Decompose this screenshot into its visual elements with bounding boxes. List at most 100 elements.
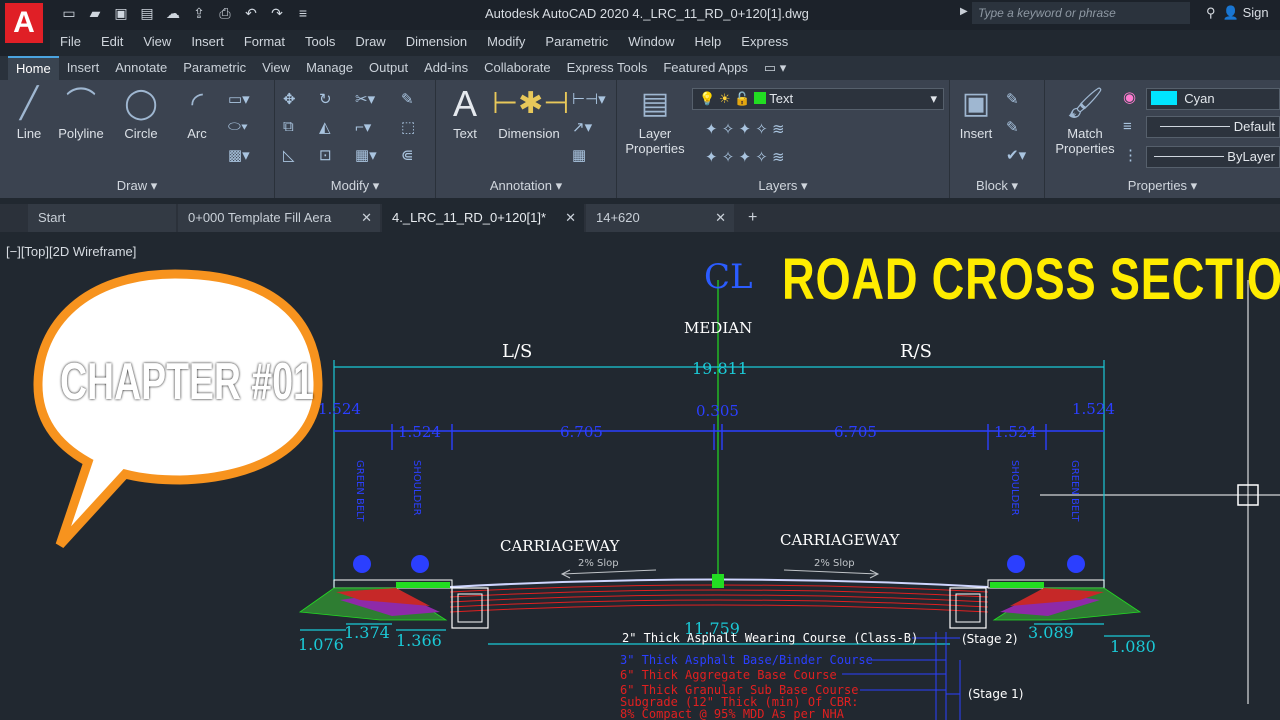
doc-tab-template[interactable]: 0+000 Template Fill Aera ✕ — [178, 204, 380, 232]
layer-tools-row1-icon[interactable]: ✦ ✧ ✦ ✧ ≋ — [705, 120, 785, 138]
arc-button[interactable]: ◜ Arc — [176, 86, 218, 141]
line-button[interactable]: ╱ Line — [8, 86, 50, 141]
hatch-icon[interactable]: ▩▾ — [228, 146, 250, 164]
erase-icon[interactable]: ✎ — [401, 90, 414, 108]
linear-dim-icon[interactable]: ⊢⊣▾ — [572, 90, 606, 108]
move-icon[interactable]: ✥ — [283, 90, 296, 108]
text-button[interactable]: A Text — [442, 86, 488, 142]
mirror-icon[interactable]: ◭ — [319, 118, 331, 136]
lineweight-icon[interactable]: ≡ — [1123, 118, 1132, 135]
close-icon[interactable]: ✕ — [361, 204, 372, 232]
ribbon-tab-featured-apps[interactable]: Featured Apps — [655, 56, 756, 80]
insert-block-button[interactable]: ▣ Insert — [952, 86, 1000, 141]
autocad-logo-icon[interactable]: A — [5, 3, 43, 43]
sign-in-button[interactable]: ⚲ 👤 Sign — [1206, 5, 1269, 21]
menu-format[interactable]: Format — [234, 30, 295, 54]
doc-tab-14620[interactable]: 14+620 ✕ — [586, 204, 734, 232]
polyline-button[interactable]: ⌒ Polyline — [52, 86, 110, 141]
linetype-dropdown[interactable]: Default — [1146, 116, 1280, 138]
trim-icon[interactable]: ✂▾ — [355, 90, 375, 108]
layer-properties-button[interactable]: ▤ Layer Properties — [619, 86, 691, 156]
draw-panel-label[interactable]: Draw ▾ — [0, 178, 274, 194]
menu-draw[interactable]: Draw — [345, 30, 395, 54]
copy-icon[interactable]: ⧉ — [283, 118, 294, 135]
search-input[interactable]: Type a keyword or phrase — [972, 2, 1190, 24]
linetype-value: Default — [1233, 119, 1275, 134]
ribbon-tab-view[interactable]: View — [254, 56, 298, 80]
ribbon-tab-home[interactable]: Home — [8, 56, 59, 80]
offset-icon[interactable]: ⋐ — [401, 146, 414, 164]
properties-panel-label[interactable]: Properties ▾ — [1045, 178, 1280, 194]
ribbon: ╱ Line ⌒ Polyline ◯ Circle ◜ Arc ▭▾ ⬭▾ ▩▾ Dr… — [0, 80, 1280, 198]
window-title: Autodesk AutoCAD 2020 4._LRC_11_RD_0+120… — [485, 6, 809, 21]
application-menu-button[interactable]: A — [0, 0, 50, 56]
menu-dimension[interactable]: Dimension — [396, 30, 477, 54]
doc-tab-start[interactable]: Start — [28, 204, 176, 232]
layer-tools-row2-icon[interactable]: ✦ ✧ ✦ ✧ ≋ — [705, 148, 785, 166]
ribbon-tab-express-tools[interactable]: Express Tools — [559, 56, 656, 80]
dim-right-carriageway: 6.705 — [834, 423, 877, 441]
rectangle-icon[interactable]: ▭▾ — [228, 90, 250, 108]
menu-modify[interactable]: Modify — [477, 30, 535, 54]
menu-parametric[interactable]: Parametric — [535, 30, 618, 54]
cloud-open-icon[interactable]: ☁ — [164, 4, 182, 22]
ribbon-tab-manage[interactable]: Manage — [298, 56, 361, 80]
redo-icon[interactable]: ↷ — [268, 4, 286, 22]
save-icon[interactable]: ▣ — [112, 4, 130, 22]
ellipse-icon[interactable]: ⬭▾ — [228, 118, 248, 135]
match-properties-button[interactable]: 🖌 Match Properties — [1049, 86, 1121, 156]
layers-panel-label[interactable]: Layers ▾ — [617, 178, 949, 194]
edit-block-icon[interactable]: ✎ — [1006, 118, 1019, 136]
menu-view[interactable]: View — [133, 30, 181, 54]
annotation-panel-label[interactable]: Annotation ▾ — [436, 178, 616, 194]
doc-tab-current[interactable]: 4._LRC_11_RD_0+120[1]* ✕ — [382, 204, 584, 232]
new-icon[interactable]: ▭ — [60, 4, 78, 22]
new-tab-button[interactable]: + — [738, 204, 778, 232]
search-expand-icon[interactable]: ▶ — [960, 6, 968, 17]
customize-qat-icon[interactable]: ≡ — [294, 4, 312, 22]
color-wheel-icon[interactable]: ◉ — [1123, 88, 1136, 106]
modify-panel-label[interactable]: Modify ▾ — [275, 178, 435, 194]
menu-edit[interactable]: Edit — [91, 30, 133, 54]
ribbon-tab-collaborate[interactable]: Collaborate — [476, 56, 559, 80]
circle-button[interactable]: ◯ Circle — [116, 86, 166, 141]
color-dropdown[interactable]: Cyan — [1146, 88, 1280, 110]
menu-express[interactable]: Express — [731, 30, 798, 54]
undo-icon[interactable]: ↶ — [242, 4, 260, 22]
ribbon-tab-insert[interactable]: Insert — [59, 56, 108, 80]
ribbon-tab-parametric[interactable]: Parametric — [175, 56, 254, 80]
fillet-icon[interactable]: ⌐▾ — [355, 118, 371, 136]
explode-icon[interactable]: ⬚ — [401, 118, 415, 136]
block-panel-label[interactable]: Block ▾ — [950, 178, 1044, 194]
array-icon[interactable]: ▦▾ — [355, 146, 377, 164]
plot-icon[interactable]: ⎙ — [216, 4, 234, 22]
menu-insert[interactable]: Insert — [181, 30, 234, 54]
open-icon[interactable]: ▰ — [86, 4, 104, 22]
menu-window[interactable]: Window — [618, 30, 684, 54]
menu-help[interactable]: Help — [685, 30, 732, 54]
cloud-save-icon[interactable]: ⇪ — [190, 4, 208, 22]
dimension-icon: ⊢✱⊣ — [492, 87, 570, 120]
linetype-icon[interactable]: ⋮ — [1123, 146, 1138, 164]
leader-icon[interactable]: ↗▾ — [572, 118, 592, 136]
lineweight-dropdown[interactable]: ByLayer — [1146, 146, 1280, 168]
layer-dropdown[interactable]: 💡 ☀ 🔓 Text ▾ — [692, 88, 944, 110]
stretch-icon[interactable]: ◺ — [283, 146, 295, 164]
save-as-icon[interactable]: ▤ — [138, 4, 156, 22]
scale-icon[interactable]: ⊡ — [319, 146, 332, 164]
block-attributes-icon[interactable]: ✔▾ — [1006, 146, 1026, 164]
table-icon[interactable]: ▦ — [572, 146, 586, 164]
menu-file[interactable]: File — [50, 30, 91, 54]
menu-tools[interactable]: Tools — [295, 30, 345, 54]
ribbon-tab-addins[interactable]: Add-ins — [416, 56, 476, 80]
road-cross-section-title: ROAD CROSS SECTION — [782, 247, 1280, 312]
close-icon[interactable]: ✕ — [565, 204, 576, 232]
dimension-button[interactable]: ⊢✱⊣ Dimension — [492, 86, 570, 141]
create-block-icon[interactable]: ✎ — [1006, 90, 1019, 108]
ribbon-tab-output[interactable]: Output — [361, 56, 416, 80]
close-icon[interactable]: ✕ — [715, 204, 726, 232]
rotate-icon[interactable]: ↻ — [319, 90, 332, 108]
ribbon-tab-annotate[interactable]: Annotate — [107, 56, 175, 80]
binoculars-icon[interactable]: ⚲ — [1206, 5, 1216, 20]
ribbon-minimize-icon[interactable]: ▭ ▾ — [756, 56, 794, 80]
